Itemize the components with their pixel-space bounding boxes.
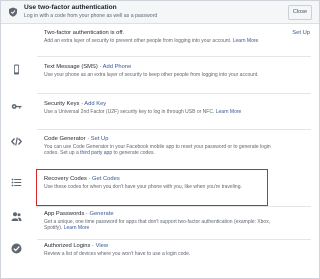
authorized-logins-description: Review a list of devices where you won't… [44,251,191,257]
key-icon [11,104,22,109]
view-link[interactable]: View [96,243,108,249]
method-title-app-passwords: App Passwords · Generate [44,211,114,217]
settings-panel: Use two-factor authentication Log in wit… [0,0,320,279]
check-icon [11,243,22,254]
learn-more-link[interactable]: Learn More [64,225,90,231]
status-description-text: Add an extra layer of security to preven… [44,38,232,44]
divider [37,206,311,207]
code-icon [11,137,22,146]
close-button[interactable]: Close [288,5,312,20]
people-icon [11,212,22,221]
method-title-sms: Text Message (SMS) · Add Phone [44,64,132,70]
method-title-authorized-logins: Authorized Logins · View [44,243,109,249]
security-keys-title: Security Keys [44,101,80,107]
app-passwords-description: Get a unique, one time password for apps… [44,219,274,232]
method-title-keys: Security Keys · Add Key [44,101,107,107]
divider [37,239,311,240]
setup-button[interactable]: Set Up [292,30,310,36]
sms-description: Use your phone as an extra layer of secu… [44,72,259,78]
security-keys-description: Use a Universal 2nd Factor (U2F) securit… [44,109,272,115]
security-keys-description-text: Use a Universal 2nd Factor (U2F) securit… [44,109,215,115]
get-codes-link[interactable]: Get Codes [92,176,120,182]
page-title: Use two-factor authentication [24,4,117,11]
code-generator-description-mid: Set up a [60,150,79,157]
app-passwords-title: App Passwords [44,211,85,217]
divider [37,129,311,130]
list-icon [11,178,22,187]
page-subtitle: Log in with a code from your phone as we… [24,13,158,19]
code-generator-title: Code Generator [44,136,86,142]
authorized-logins-title: Authorized Logins [44,243,91,249]
generate-link[interactable]: Generate [89,211,113,217]
sms-title: Text Message (SMS) [44,64,98,70]
third-party-app-link[interactable]: third party app [80,150,112,156]
panel-header: Use two-factor authentication Log in wit… [1,1,319,24]
divider [37,93,311,94]
method-title-code-generator: Code Generator · Set Up [44,136,109,142]
add-key-link[interactable]: Add Key [84,101,106,107]
shield-icon [9,7,17,17]
method-title-recovery-codes: Recovery Codes · Get Codes [44,176,120,182]
recovery-codes-description: Use these codes for when you don't have … [44,184,242,190]
code-generator-description-end: to generate codes. [113,150,155,157]
learn-more-link[interactable]: Learn More [216,109,242,115]
divider [37,56,311,57]
recovery-codes-title: Recovery Codes [44,176,87,182]
code-generator-setup-link[interactable]: Set Up [91,136,109,142]
learn-more-link[interactable]: Learn More [233,38,259,44]
code-generator-description: You can use Code Generator in your Faceb… [44,144,272,157]
add-phone-link[interactable]: Add Phone [103,64,132,70]
status-description: Add an extra layer of security to preven… [44,38,274,44]
status-text: Two-factor authentication is off. [44,30,125,36]
phone-icon [14,64,19,75]
